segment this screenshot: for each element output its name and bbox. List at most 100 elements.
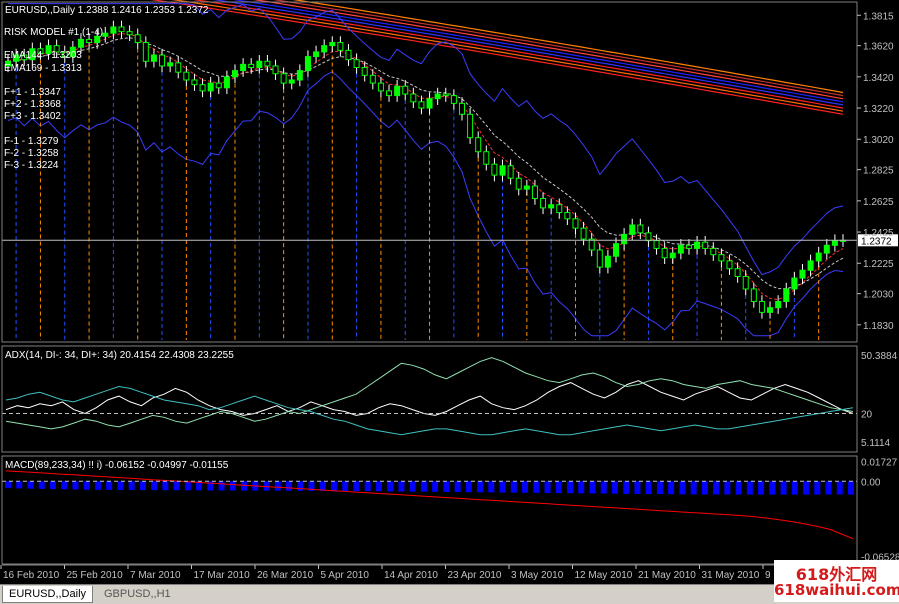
candle-body xyxy=(515,177,522,190)
macd-histogram-bar xyxy=(713,481,720,495)
candle-body xyxy=(710,247,717,256)
time-tick-label: 23 Apr 2010 xyxy=(448,570,502,581)
candle-body xyxy=(426,98,433,109)
macd-histogram-bar xyxy=(724,481,731,495)
price-tick-label: 1.1830 xyxy=(863,321,894,332)
macd-histogram-bar xyxy=(746,481,753,495)
ema-slow-line xyxy=(7,37,844,290)
candle-body xyxy=(596,249,603,268)
tab-gbpusd-h1[interactable]: GBPUSD,,H1 xyxy=(98,586,177,602)
candle-body xyxy=(531,185,538,200)
price-tick-label: 1.2425 xyxy=(863,228,894,239)
candle-body xyxy=(386,90,393,97)
macd-histogram-bar xyxy=(488,481,495,493)
price-tick-label: 1.3420 xyxy=(863,73,894,84)
adx-tick-label: 50.3884 xyxy=(861,351,898,362)
candle-body xyxy=(150,54,157,62)
macd-histogram-bar xyxy=(139,481,146,491)
macd-histogram-bar xyxy=(94,481,101,490)
candle-body xyxy=(442,93,449,97)
candle-body xyxy=(434,93,441,100)
candle-body xyxy=(191,79,198,86)
macd-histogram-bar xyxy=(645,481,652,495)
time-tick-label: 5 Apr 2010 xyxy=(321,570,370,581)
candle-body xyxy=(288,79,295,84)
macd-histogram-bar xyxy=(330,481,337,492)
macd-histogram-bar xyxy=(814,481,821,495)
tab-eurusd-daily[interactable]: EURUSD,,Daily xyxy=(2,586,94,603)
candle-body xyxy=(499,165,506,176)
candle-body xyxy=(677,244,684,254)
candle-body xyxy=(223,76,230,89)
overlay-label: F-3 - 1.3224 xyxy=(4,160,59,171)
candle-body xyxy=(507,165,514,179)
candle-body xyxy=(758,300,765,313)
candle-body xyxy=(475,137,482,153)
chart-tab-bar: EURUSD,,Daily GBPUSD,,H1 xyxy=(0,584,899,604)
candle-body xyxy=(750,288,757,302)
candle-body xyxy=(329,42,336,47)
candle-body xyxy=(661,247,668,259)
macd-histogram-bar xyxy=(465,481,472,493)
macd-histogram-bar xyxy=(398,481,405,492)
macd-histogram-bar xyxy=(241,481,248,491)
overlay-label: F-1 - 1.3279 xyxy=(4,136,59,147)
macd-histogram-bar xyxy=(679,481,686,495)
macd-histogram-bar xyxy=(735,481,742,495)
time-tick-label: 17 Mar 2010 xyxy=(194,570,251,581)
candle-body xyxy=(353,59,360,69)
macd-histogram-bar xyxy=(27,481,34,489)
candle-body xyxy=(410,93,417,103)
macd-histogram-bar xyxy=(353,481,360,492)
adx-title: ADX(14, DI-: 34, DI+: 34) 20.4154 22.430… xyxy=(5,350,234,361)
candle-body xyxy=(110,26,117,34)
time-tick-label: 3 May 2010 xyxy=(511,570,564,581)
candle-body xyxy=(369,74,376,84)
candle-body xyxy=(118,26,125,33)
price-tick-label: 1.3220 xyxy=(863,104,894,115)
candle-body xyxy=(183,71,190,81)
candle-body xyxy=(321,45,328,53)
macd-histogram-bar xyxy=(151,481,158,491)
price-tick-label: 1.3020 xyxy=(863,135,894,146)
time-tick-label: 16 Feb 2010 xyxy=(3,570,60,581)
macd-histogram-bar xyxy=(38,481,45,489)
candle-body xyxy=(831,240,838,246)
candle-body xyxy=(280,73,287,84)
macd-histogram-bar xyxy=(510,481,517,493)
candle-body xyxy=(142,42,149,62)
ema-ribbon-line xyxy=(171,0,844,112)
macd-histogram-bar xyxy=(578,481,585,494)
adx-tick-label: 5.1114 xyxy=(861,438,891,449)
price-chart-title: EURUSD,,Daily 1.2388 1.2416 1.2353 1.237… xyxy=(5,5,209,16)
overlay-label: EMA144 - 1.3203 xyxy=(4,50,82,61)
adx-series-line xyxy=(5,380,854,416)
macd-histogram-bar xyxy=(387,481,394,492)
macd-histogram-bar xyxy=(218,481,225,491)
price-tick-label: 1.3620 xyxy=(863,42,894,53)
candle-body xyxy=(548,204,555,209)
macd-tick-label: 0.00 xyxy=(861,477,881,488)
candle-body xyxy=(726,260,733,270)
price-tick-label: 1.2030 xyxy=(863,290,894,301)
candle-body xyxy=(296,70,303,81)
candle-body xyxy=(207,82,214,92)
macd-histogram-bar xyxy=(16,481,23,489)
pane-frame-1 xyxy=(1,1,858,343)
candle-body xyxy=(159,54,166,67)
overlay-label: F+3 - 1.3402 xyxy=(4,111,61,122)
candle-body xyxy=(564,212,571,220)
macd-histogram-bar xyxy=(836,481,843,495)
candle-body xyxy=(264,60,271,67)
candle-body xyxy=(685,244,692,249)
macd-histogram-bar xyxy=(375,481,382,492)
candle-body xyxy=(86,38,93,44)
watermark: 618外汇网 618waihui.com xyxy=(774,560,899,602)
candle-body xyxy=(669,252,676,259)
candle-body xyxy=(337,42,344,51)
time-tick-label: 21 May 2010 xyxy=(638,570,696,581)
macd-histogram-bar xyxy=(409,481,416,492)
macd-histogram-bar xyxy=(825,481,832,495)
candle-body xyxy=(402,85,409,95)
adx-series-line xyxy=(5,357,854,430)
